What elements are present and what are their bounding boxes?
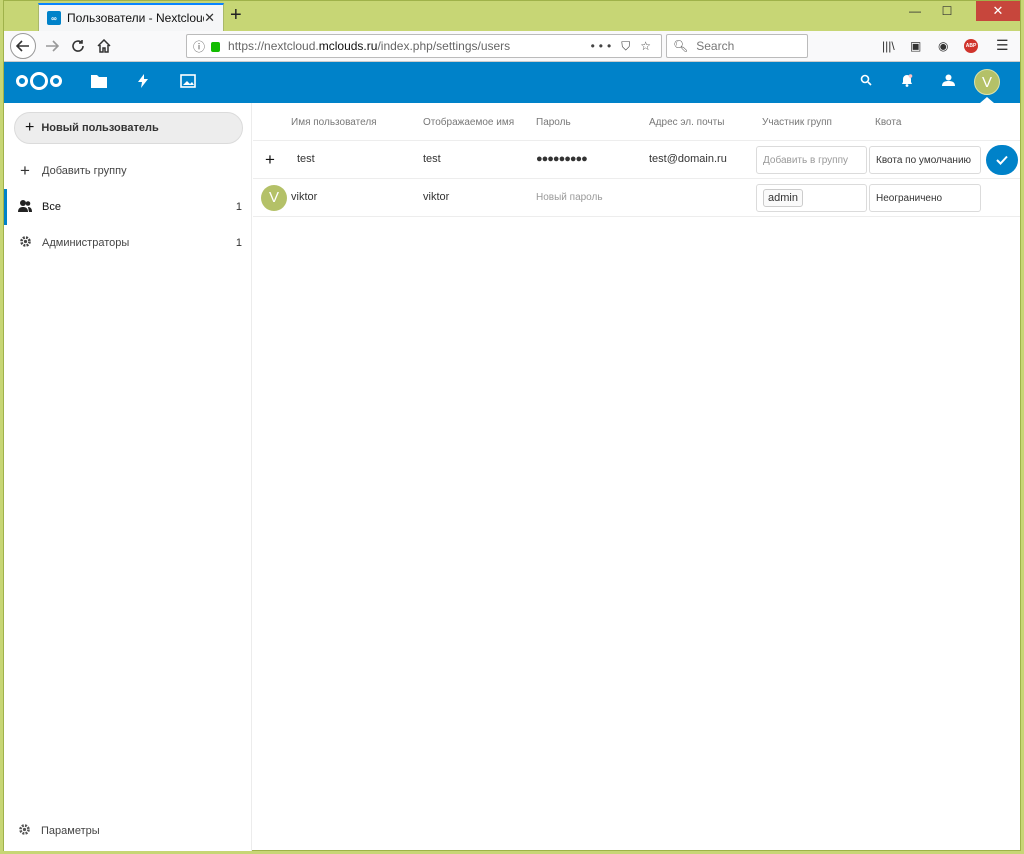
table-row[interactable]: V viktor viktor Новый пароль admin Неогр… xyxy=(253,179,1020,217)
files-icon[interactable] xyxy=(91,74,107,92)
password-field[interactable]: Новый пароль xyxy=(536,192,603,203)
sidebar-item-label: Все xyxy=(42,201,61,213)
contacts-icon[interactable] xyxy=(942,74,955,89)
user-avatar[interactable]: V xyxy=(974,69,1000,95)
pocket-icon[interactable]: ⛉ xyxy=(621,39,634,54)
users-sidebar: + Новый пользователь + Добавить группу В… xyxy=(4,103,252,851)
username-cell: viktor xyxy=(291,191,318,203)
sidebar-toggle-icon[interactable]: ▣ xyxy=(910,39,921,53)
bookmark-star-icon[interactable]: ☆ xyxy=(640,39,655,53)
minimize-button[interactable]: — xyxy=(900,1,930,21)
url-text: https://nextcloud.mclouds.ru/index.php/s… xyxy=(228,39,511,53)
search-icon[interactable] xyxy=(860,74,872,89)
table-header: Имя пользователя Отображаемое имя Пароль… xyxy=(253,103,1020,141)
column-header-password: Пароль xyxy=(536,117,571,128)
notifications-icon[interactable] xyxy=(901,74,913,90)
quota-select[interactable]: Квота по умолчанию xyxy=(869,146,981,174)
lock-icon xyxy=(211,42,221,52)
nextcloud-logo[interactable] xyxy=(16,72,62,90)
column-header-display-name: Отображаемое имя xyxy=(423,117,515,128)
window-close-button[interactable]: ✕ xyxy=(976,1,1020,21)
home-icon xyxy=(97,39,111,53)
group-count: 1 xyxy=(235,201,242,213)
home-button[interactable] xyxy=(92,34,116,58)
search-placeholder: Search xyxy=(696,39,735,53)
groups-select[interactable]: Добавить в группу xyxy=(756,146,867,174)
column-header-username: Имя пользователя xyxy=(291,117,377,128)
settings-label: Параметры xyxy=(41,825,100,837)
new-email-field[interactable]: test@domain.ru xyxy=(649,153,727,165)
library-icon[interactable]: |||\ xyxy=(882,39,895,53)
browser-window: ∞ Пользователи - Nextcloud ✕ + — ☐ ✕ ⓘ h… xyxy=(3,0,1021,851)
avatar: V xyxy=(261,185,287,211)
column-header-groups: Участник групп xyxy=(762,117,832,128)
new-password-field[interactable]: ●●●●●●●●● xyxy=(536,153,588,165)
sidebar-item-all[interactable]: Все 1 xyxy=(4,189,252,225)
arrow-right-icon xyxy=(46,40,59,52)
tab-close-icon[interactable]: ✕ xyxy=(204,10,215,26)
tab-users[interactable]: ∞ Пользователи - Nextcloud ✕ xyxy=(38,3,224,31)
tab-bar: ∞ Пользователи - Nextcloud ✕ + — ☐ ✕ xyxy=(4,1,1020,31)
search-icon: 🔍︎ xyxy=(673,39,689,53)
gallery-icon[interactable] xyxy=(180,74,196,92)
new-user-label: Новый пользователь xyxy=(41,122,159,134)
users-table: Имя пользователя Отображаемое имя Пароль… xyxy=(253,103,1020,851)
add-group-button[interactable]: + Добавить группу xyxy=(4,153,252,189)
forward-button[interactable] xyxy=(40,34,64,58)
account-icon[interactable]: ◉ xyxy=(938,39,948,53)
group-count: 1 xyxy=(235,237,242,249)
navigation-toolbar: ⓘ https://nextcloud.mclouds.ru/index.php… xyxy=(4,31,1020,62)
plus-icon: + xyxy=(25,119,35,136)
plus-icon: + xyxy=(20,161,30,180)
nextcloud-favicon-icon: ∞ xyxy=(47,11,61,25)
info-icon[interactable]: ⓘ xyxy=(193,38,205,55)
settings-button[interactable]: Параметры xyxy=(18,823,100,839)
page-actions-icon[interactable]: ••• xyxy=(591,39,616,53)
activity-icon[interactable] xyxy=(138,74,148,92)
nextcloud-header: V xyxy=(4,62,1020,103)
sidebar-item-admins[interactable]: Администраторы 1 xyxy=(4,225,252,261)
reload-button[interactable] xyxy=(66,34,90,58)
maximize-button[interactable]: ☐ xyxy=(932,1,962,21)
tab-title: Пользователи - Nextcloud xyxy=(67,11,205,25)
new-tab-button[interactable]: + xyxy=(230,5,242,25)
menu-icon[interactable]: ☰ xyxy=(996,37,1009,54)
gear-icon xyxy=(18,235,32,251)
quota-select[interactable]: Неограничено xyxy=(869,184,981,212)
new-display-name-field[interactable]: test xyxy=(423,153,441,165)
sidebar-item-label: Администраторы xyxy=(42,237,130,249)
add-group-label: Добавить группу xyxy=(42,165,127,177)
users-icon xyxy=(18,199,32,215)
arrow-left-icon xyxy=(16,40,29,52)
new-user-row: + test test ●●●●●●●●● test@domain.ru Доб… xyxy=(253,141,1020,179)
back-button[interactable] xyxy=(10,33,36,59)
search-bar[interactable]: 🔍︎ Search xyxy=(666,34,808,58)
new-user-button[interactable]: + Новый пользователь xyxy=(14,112,243,144)
new-username-field[interactable]: test xyxy=(297,153,315,165)
group-chip[interactable]: admin xyxy=(763,189,803,207)
groups-select[interactable]: admin xyxy=(756,184,867,212)
confirm-add-user-button[interactable] xyxy=(986,145,1018,175)
gear-icon xyxy=(18,823,31,839)
checkmark-icon xyxy=(996,155,1008,165)
plus-icon: + xyxy=(265,150,275,169)
column-header-email: Адрес эл. почты xyxy=(649,117,725,128)
address-bar[interactable]: ⓘ https://nextcloud.mclouds.ru/index.php… xyxy=(186,34,662,58)
display-name-cell[interactable]: viktor xyxy=(423,191,449,203)
reload-icon xyxy=(72,40,84,52)
adblock-icon[interactable]: ABP xyxy=(964,39,978,53)
column-header-quota: Квота xyxy=(875,117,902,128)
